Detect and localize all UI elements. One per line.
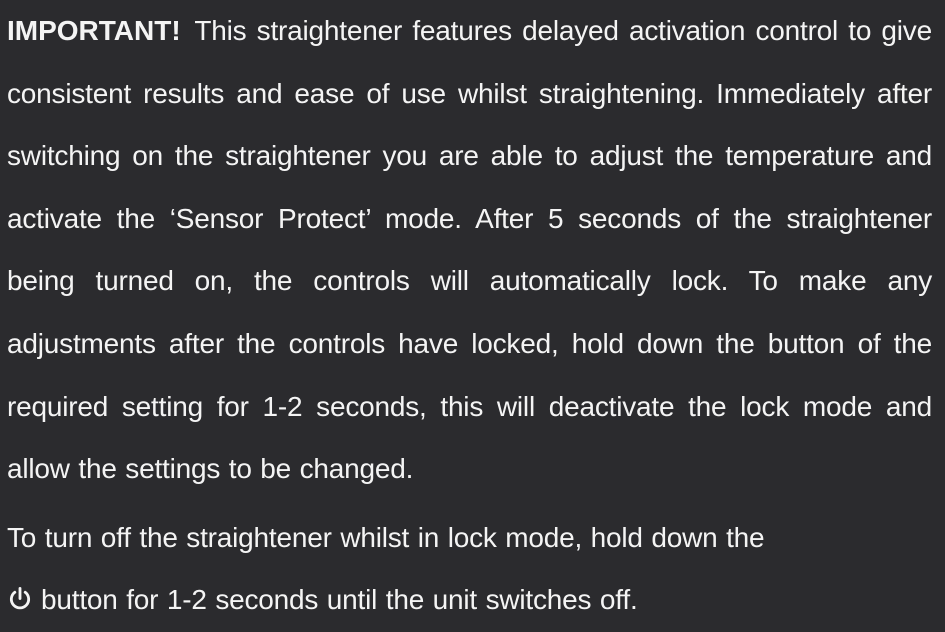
- activation-text: This straightener features delayed activ…: [7, 15, 932, 485]
- instruction-notice: IMPORTANT! This straightener features de…: [7, 0, 932, 632]
- power-off-paragraph: To turn off the straightener whilst in l…: [7, 507, 932, 632]
- important-label: IMPORTANT!: [7, 15, 181, 46]
- power-off-text-before: To turn off the straightener whilst in l…: [7, 521, 765, 553]
- power-off-text-after: button for 1-2 seconds until the unit sw…: [41, 584, 638, 616]
- power-icon: [7, 586, 33, 612]
- activation-paragraph: IMPORTANT! This straightener features de…: [7, 0, 932, 501]
